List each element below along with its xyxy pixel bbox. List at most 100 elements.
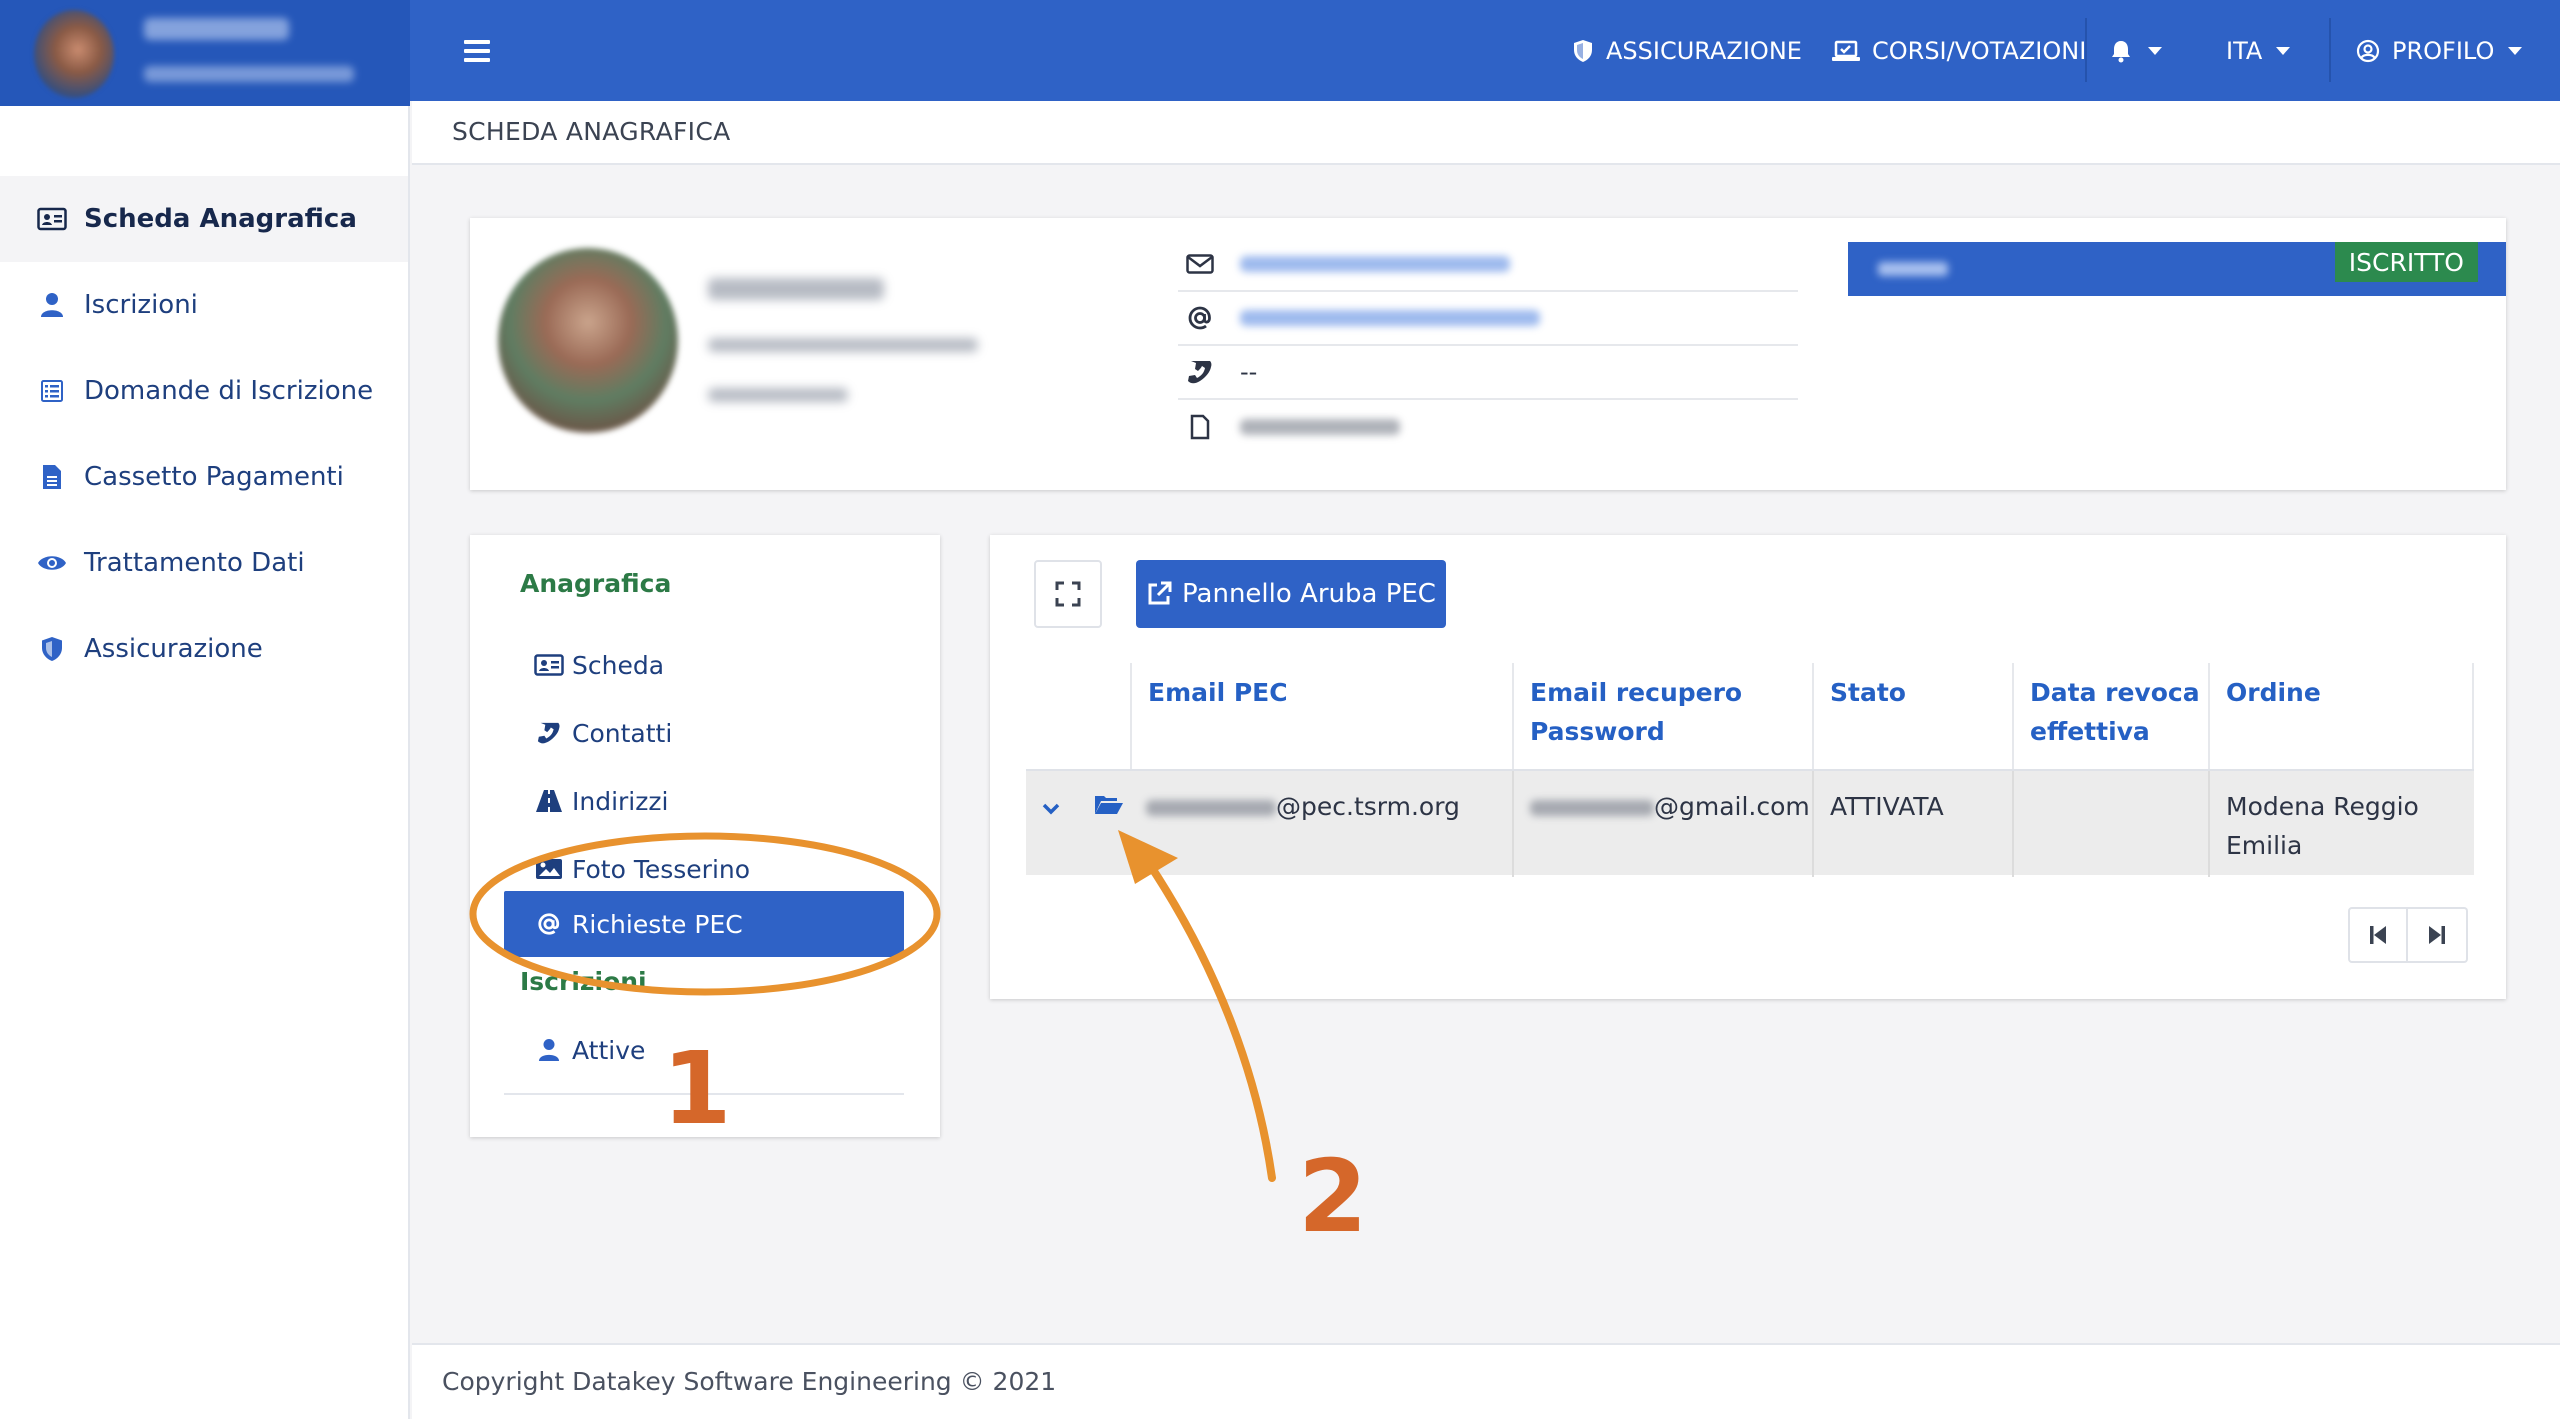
shield-icon: [1574, 39, 1592, 62]
row-expand-toggle[interactable]: [1026, 771, 1078, 877]
row-open-folder[interactable]: [1078, 771, 1130, 877]
chevron-down-icon: [2508, 46, 2523, 55]
laptop-check-icon: [1832, 40, 1860, 61]
membership-number-redacted: [1878, 262, 1948, 276]
sidebar-item-label: Cassetto Pagamenti: [84, 462, 344, 492]
envelope-icon: [1186, 254, 1214, 274]
at-icon: [1188, 306, 1211, 330]
user-avatar: [34, 10, 114, 98]
notifications-dropdown[interactable]: [2110, 0, 2162, 101]
brand-user-name-redacted: [144, 18, 289, 40]
column-header-stato[interactable]: Stato: [1812, 663, 2012, 769]
id-card-icon: [534, 654, 564, 676]
menu-item-label: Contatti: [572, 718, 673, 748]
cell-email-pec: @pec.tsrm.org: [1130, 771, 1512, 877]
menu-item-label: Foto Tesserino: [572, 854, 751, 884]
top-bar: ASSICURAZIONE CORSI/VOTAZIONI ITA PROFIL…: [0, 0, 2560, 106]
brand-user-email-redacted: [144, 66, 354, 82]
form-icon: [41, 380, 63, 402]
road-icon: [536, 790, 562, 812]
document-icon: [43, 465, 61, 489]
menu-item-label: Richieste PEC: [572, 909, 743, 939]
menu-item-label: Attive: [572, 1035, 646, 1065]
cell-stato: ATTIVATA: [1812, 771, 2012, 877]
column-header-email-recupero[interactable]: Email recupero Password: [1512, 663, 1812, 769]
column-header-label: Email PEC: [1148, 678, 1288, 707]
user-circle-icon: [2356, 39, 2380, 62]
menu-item-label: Indirizzi: [572, 786, 669, 816]
sidebar-item-cassetto-pagamenti[interactable]: Cassetto Pagamenti: [0, 434, 408, 520]
language-dropdown[interactable]: ITA: [2226, 0, 2291, 101]
language-label: ITA: [2226, 36, 2263, 65]
sidebar-item-label: Trattamento Dati: [84, 548, 305, 578]
stato-value: ATTIVATA: [1830, 792, 1944, 821]
pager-last-button[interactable]: [2408, 907, 2468, 963]
chevron-down-icon: [1042, 803, 1060, 815]
menu-item-richieste-pec[interactable]: Richieste PEC: [504, 891, 904, 957]
pager-first-button[interactable]: [2348, 907, 2408, 963]
membership-bar: ISCRITTO: [1848, 242, 2506, 296]
page-title: SCHEDA ANAGRAFICA: [452, 117, 731, 146]
chevron-down-icon: [2148, 46, 2162, 55]
phone-icon: [1188, 361, 1212, 384]
email-local-redacted: [1530, 800, 1654, 816]
column-header-label: Ordine: [2226, 678, 2321, 707]
expand-icon: [1055, 581, 1081, 607]
annotation-step-1: 1: [662, 1030, 732, 1147]
image-icon: [536, 859, 562, 879]
breadcrumb-bar: SCHEDA ANAGRAFICA: [412, 101, 2560, 165]
email-redacted: [1240, 256, 1510, 272]
section-heading-anagrafica: Anagrafica: [520, 569, 672, 598]
sidebar-item-label: Domande di Iscrizione: [84, 376, 374, 406]
sidebar-item-assicurazione[interactable]: Assicurazione: [0, 606, 408, 692]
nav-corsi-votazioni[interactable]: CORSI/VOTAZIONI: [1832, 0, 2086, 101]
sidebar-item-trattamento-dati[interactable]: Trattamento Dati: [0, 520, 408, 606]
fullscreen-button[interactable]: [1034, 560, 1102, 628]
table-row[interactable]: @pec.tsrm.org @gmail.com ATTIVATA Modena…: [1026, 769, 2474, 877]
sidebar-item-scheda-anagrafica[interactable]: Scheda Anagrafica: [0, 176, 408, 262]
file-icon: [1190, 414, 1210, 440]
nav-corsi-votazioni-label: CORSI/VOTAZIONI: [1872, 36, 2087, 65]
column-header-ordine[interactable]: Ordine: [2208, 663, 2474, 769]
profile-detail-redacted: [708, 338, 978, 352]
column-header-label: Data revoca effettiva: [2030, 678, 2200, 746]
contact-fiscal-row: [1178, 400, 1798, 454]
email-local-redacted: [1146, 800, 1276, 816]
divider: [2329, 18, 2331, 82]
menu-item-scheda[interactable]: Scheda: [504, 633, 904, 697]
column-header-email-pec[interactable]: Email PEC: [1130, 663, 1512, 769]
brand[interactable]: [0, 0, 410, 106]
sidebar-item-iscrizioni[interactable]: Iscrizioni: [0, 262, 408, 348]
profile-dropdown[interactable]: PROFILO: [2356, 0, 2523, 101]
contact-pec-row: [1178, 292, 1798, 346]
id-card-icon: [37, 207, 67, 231]
contact-email-row: [1178, 238, 1798, 292]
profile-card: -- ISCRITTO: [470, 218, 2506, 490]
column-header-data-revoca[interactable]: Data revoca effettiva: [2012, 663, 2208, 769]
shield-icon: [42, 637, 62, 661]
external-link-icon: [1148, 581, 1172, 605]
sidebar-item-label: Scheda Anagrafica: [84, 204, 357, 234]
column-header-label: Stato: [1830, 678, 1906, 707]
sidebar: Scheda Anagrafica Iscrizioni Domande di …: [0, 106, 410, 1419]
pec-redacted: [1240, 310, 1540, 326]
nav-assicurazione[interactable]: ASSICURAZIONE: [1572, 0, 1802, 101]
profile-name-redacted: [708, 278, 884, 300]
cell-email-recupero: @gmail.com: [1512, 771, 1812, 877]
aruba-pec-panel-button[interactable]: Pannello Aruba PEC: [1136, 560, 1446, 628]
skip-forward-icon: [2429, 926, 2445, 944]
menu-item-label: Scheda: [572, 650, 665, 680]
profile-detail-redacted: [708, 388, 848, 402]
sidebar-item-domande-iscrizione[interactable]: Domande di Iscrizione: [0, 348, 408, 434]
fiscal-code-redacted: [1240, 419, 1400, 435]
menu-toggle-icon[interactable]: [464, 40, 490, 64]
menu-item-indirizzi[interactable]: Indirizzi: [504, 769, 904, 833]
folder-open-icon: [1095, 796, 1123, 814]
menu-item-contatti[interactable]: Contatti: [504, 701, 904, 765]
cell-ordine: Modena Reggio Emilia: [2208, 771, 2474, 877]
bell-icon: [2112, 40, 2130, 62]
divider: [2085, 18, 2087, 82]
copyright-text: Copyright Datakey Software Engineering ©…: [442, 1367, 1057, 1396]
eye-icon: [38, 556, 66, 570]
sidebar-item-label: Iscrizioni: [84, 290, 198, 320]
